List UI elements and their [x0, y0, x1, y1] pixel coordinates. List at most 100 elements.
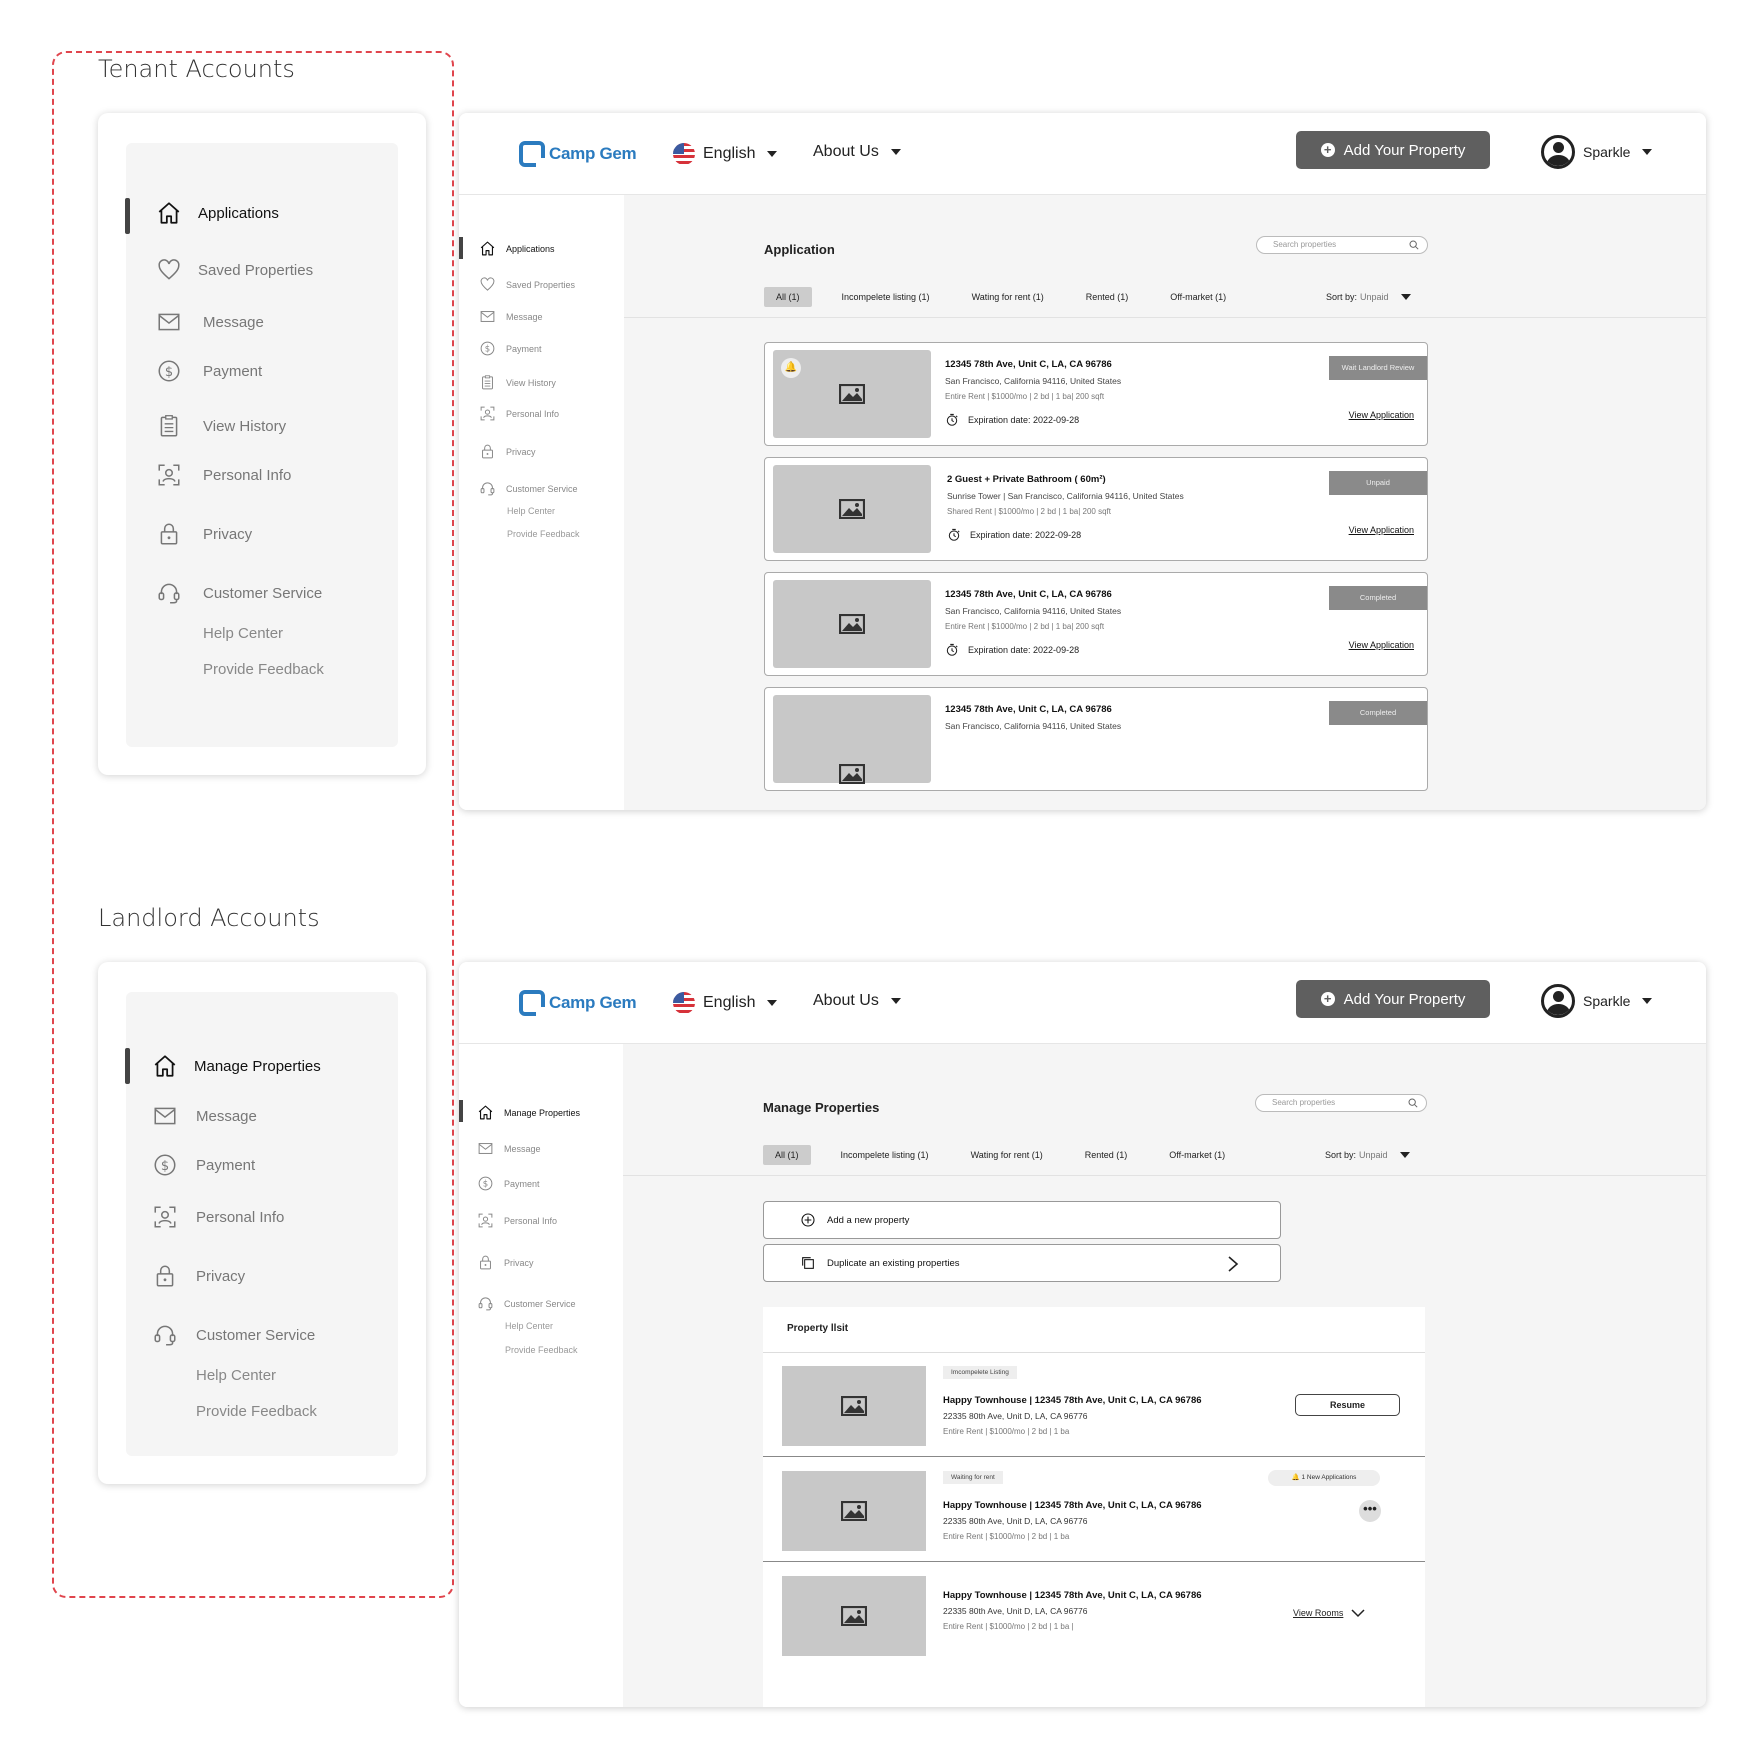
- application-card[interactable]: 2 Guest + Private Bathroom ( 60m²) Sunri…: [764, 457, 1428, 561]
- nav-label: Message: [196, 1107, 257, 1125]
- sidebar-item-provide-feedback[interactable]: Provide Feedback: [505, 1345, 578, 1355]
- tenant-nav-applications[interactable]: Applications: [156, 200, 279, 226]
- sidebar-item-privacy[interactable]: Privacy: [479, 443, 536, 460]
- tab-incomplete-listing[interactable]: Incompelete listing (1): [830, 287, 942, 307]
- sidebar-item-message[interactable]: Message: [479, 308, 543, 325]
- person-scan-icon: [152, 1204, 178, 1230]
- tenant-nav-view-history[interactable]: View History: [156, 413, 286, 439]
- sidebar-item-personal-info[interactable]: Personal Info: [479, 405, 559, 422]
- tab-rented[interactable]: Rented (1): [1074, 287, 1141, 307]
- sort-dropdown[interactable]: Sort by: Unpaid: [1325, 1150, 1410, 1160]
- sidebar-item-provide-feedback[interactable]: Provide Feedback: [507, 529, 580, 539]
- tenant-nav-saved-properties[interactable]: Saved Properties: [156, 257, 313, 283]
- view-rooms-link[interactable]: View Rooms: [1293, 1608, 1365, 1618]
- sidebar-item-payment[interactable]: Payment: [477, 1175, 540, 1192]
- tenant-nav-customer-service[interactable]: Customer Service: [156, 580, 322, 606]
- campgem-logo[interactable]: Camp Gem: [519, 990, 637, 1017]
- tab-rented[interactable]: Rented (1): [1073, 1145, 1140, 1165]
- tenant-nav-payment[interactable]: Payment: [156, 358, 262, 384]
- application-card[interactable]: 🔔 12345 78th Ave, Unit C, LA, CA 96786 S…: [764, 342, 1428, 446]
- property-row[interactable]: Imcompelete Listing Happy Townhouse | 12…: [763, 1353, 1425, 1457]
- tab-off-market[interactable]: Off-market (1): [1157, 1145, 1237, 1165]
- view-application-link[interactable]: View Application: [1349, 525, 1414, 535]
- landlord-nav-personal-info[interactable]: Personal Info: [152, 1204, 284, 1230]
- more-options-button[interactable]: •••: [1359, 1500, 1381, 1522]
- sidebar-item-privacy[interactable]: Privacy: [477, 1254, 534, 1271]
- sidebar-item-manage-properties[interactable]: Manage Properties: [477, 1104, 580, 1121]
- tab-waiting-for-rent[interactable]: Wating for rent (1): [959, 1145, 1055, 1165]
- sort-dropdown[interactable]: Sort by: Unpaid: [1326, 292, 1411, 302]
- tenant-nav-personal-info[interactable]: Personal Info: [156, 462, 291, 488]
- view-application-link[interactable]: View Application: [1349, 410, 1414, 420]
- application-location: Sunrise Tower | San Francisco, Californi…: [947, 491, 1184, 501]
- duplicate-property-button[interactable]: Duplicate an existing properties: [763, 1244, 1281, 1282]
- application-card[interactable]: 12345 78th Ave, Unit C, LA, CA 96786 San…: [764, 572, 1428, 676]
- sidebar-item-customer-service[interactable]: Customer Service: [477, 1295, 576, 1312]
- resume-button[interactable]: Resume: [1295, 1394, 1400, 1416]
- add-new-property-button[interactable]: Add a new property: [763, 1201, 1281, 1239]
- lock-icon: [156, 521, 182, 547]
- landlord-nav-help-center[interactable]: Help Center: [196, 1367, 276, 1384]
- about-us-menu[interactable]: About Us: [813, 992, 901, 1010]
- about-us-menu[interactable]: About Us: [813, 143, 901, 161]
- active-indicator: [125, 1048, 130, 1084]
- search-input[interactable]: Search properties: [1256, 236, 1428, 254]
- property-row[interactable]: Waiting for rent Happy Townhouse | 12345…: [763, 1458, 1425, 1562]
- add-property-label: Add Your Property: [1343, 141, 1466, 159]
- chevron-down-icon: [1351, 1608, 1365, 1618]
- sidebar-item-help-center[interactable]: Help Center: [507, 506, 555, 516]
- plus-circle-icon: [800, 1212, 816, 1228]
- us-flag-icon: [673, 143, 695, 165]
- sidebar-item-help-center[interactable]: Help Center: [505, 1321, 553, 1331]
- tab-all[interactable]: All (1): [763, 1145, 811, 1165]
- property-list: Property llsit Imcompelete Listing Happy…: [763, 1307, 1425, 1707]
- sidebar-item-view-history[interactable]: View History: [479, 374, 556, 391]
- sort-value: Unpaid: [1359, 1150, 1388, 1160]
- sidebar-item-customer-service[interactable]: Customer Service: [479, 480, 578, 497]
- view-application-link[interactable]: View Application: [1349, 640, 1414, 650]
- language-selector[interactable]: English: [673, 992, 778, 1014]
- landlord-nav-payment[interactable]: Payment: [152, 1152, 255, 1178]
- add-your-property-button[interactable]: + Add Your Property: [1296, 131, 1490, 169]
- heart-icon: [479, 276, 496, 293]
- sidebar-item-message[interactable]: Message: [477, 1140, 541, 1157]
- sidebar-label: Personal Info: [504, 1215, 558, 1226]
- language-selector[interactable]: English: [673, 143, 778, 165]
- landlord-nav-manage-properties[interactable]: Manage Properties: [152, 1053, 321, 1079]
- landlord-nav-provide-feedback[interactable]: Provide Feedback: [196, 1403, 317, 1420]
- timer-icon: [945, 413, 959, 427]
- landlord-nav-privacy[interactable]: Privacy: [152, 1263, 245, 1289]
- tenant-nav-help-center[interactable]: Help Center: [203, 625, 283, 642]
- nav-label: Customer Service: [196, 1326, 316, 1344]
- application-card[interactable]: 12345 78th Ave, Unit C, LA, CA 96786 San…: [764, 687, 1428, 791]
- user-menu[interactable]: Sparkle: [1541, 984, 1653, 1018]
- headset-icon: [479, 480, 496, 497]
- tenant-nav-message[interactable]: Message: [156, 309, 264, 335]
- property-address: 22335 80th Ave, Unit D, LA, CA 96776: [943, 1411, 1088, 1421]
- campgem-logo[interactable]: Camp Gem: [519, 141, 637, 168]
- bell-icon: 🔔: [1291, 1474, 1302, 1481]
- tab-off-market[interactable]: Off-market (1): [1158, 287, 1238, 307]
- sidebar-item-saved-properties[interactable]: Saved Properties: [479, 276, 575, 293]
- search-input[interactable]: Search properties: [1255, 1094, 1427, 1112]
- landlord-nav-message[interactable]: Message: [152, 1103, 257, 1129]
- sidebar-label: Payment: [504, 1178, 540, 1189]
- tenant-nav-provide-feedback[interactable]: Provide Feedback: [203, 661, 324, 678]
- tab-incomplete-listing[interactable]: Incompelete listing (1): [829, 1145, 941, 1165]
- tab-waiting-for-rent[interactable]: Wating for rent (1): [960, 287, 1056, 307]
- property-row[interactable]: Happy Townhouse | 12345 78th Ave, Unit C…: [763, 1563, 1425, 1667]
- timer-icon: [947, 528, 961, 542]
- new-applications-badge[interactable]: 🔔 1 New Applications: [1268, 1470, 1380, 1486]
- dollar-icon: [152, 1152, 178, 1178]
- sidebar-item-personal-info[interactable]: Personal Info: [477, 1212, 557, 1229]
- landlord-nav-customer-service[interactable]: Customer Service: [152, 1322, 315, 1348]
- sidebar-item-applications[interactable]: Applications: [479, 240, 555, 257]
- property-thumbnail: [782, 1366, 926, 1446]
- application-location: San Francisco, California 94116, United …: [945, 721, 1122, 731]
- tenant-nav-privacy[interactable]: Privacy: [156, 521, 252, 547]
- active-indicator: [459, 237, 463, 259]
- user-menu[interactable]: Sparkle: [1541, 135, 1653, 169]
- tab-all[interactable]: All (1): [764, 287, 812, 307]
- add-your-property-button[interactable]: + Add Your Property: [1296, 980, 1490, 1018]
- sidebar-item-payment[interactable]: Payment: [479, 340, 542, 357]
